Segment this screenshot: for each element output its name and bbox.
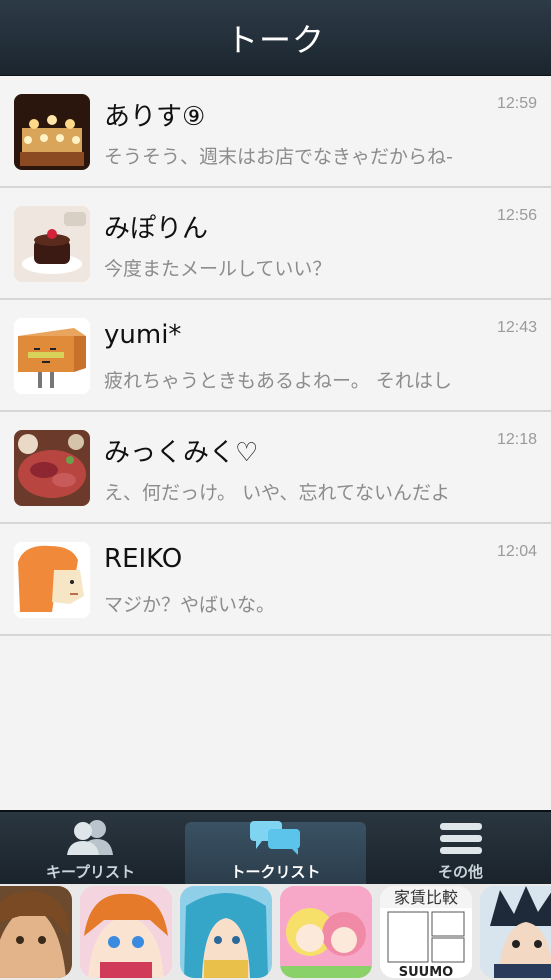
avatar <box>14 542 90 618</box>
contact-name: yumi* <box>104 320 182 350</box>
message-preview: 疲れちゃうときもあるよねー。 それはし <box>104 370 452 392</box>
avatar <box>14 318 90 394</box>
message-preview: 今度またメールしていい？ <box>104 258 332 280</box>
talk-row[interactable]: みっくみく♡ え、何だっけ。 いや、忘れてないんだよ 12:18 <box>0 412 551 524</box>
ad-app-icon[interactable] <box>480 886 551 978</box>
bottom-nav: キープリスト トークリスト その他 <box>0 810 551 884</box>
tab-keep-list[interactable]: キープリスト <box>0 812 181 884</box>
menu-icon <box>438 821 484 859</box>
page-title: トーク <box>225 20 325 59</box>
avatar <box>14 430 90 506</box>
ad-app-icon[interactable] <box>0 886 72 978</box>
message-preview: マジか？やばいな。 <box>104 594 276 616</box>
message-time: 12:59 <box>496 95 537 112</box>
nav-label: その他 <box>437 863 483 881</box>
chat-bubbles-icon <box>248 819 304 859</box>
top-bar: トーク <box>0 0 551 76</box>
tab-more[interactable]: その他 <box>370 812 551 884</box>
tab-talk-list[interactable]: トークリスト <box>185 819 366 884</box>
nav-label: キープリスト <box>45 863 136 881</box>
ad-text: SUUMO <box>399 965 453 978</box>
nav-label: トークリスト <box>230 863 321 881</box>
message-preview: そうそう、週末はお店でなきゃだからね- <box>104 146 453 168</box>
message-time: 12:43 <box>496 319 537 336</box>
ad-text: 家賃比較 <box>394 888 458 907</box>
talk-row[interactable]: REIKO マジか？やばいな。 12:04 <box>0 524 551 636</box>
message-preview: え、何だっけ。 いや、忘れてないんだよ <box>104 482 450 504</box>
ad-app-icon[interactable]: 家賃比較 SUUMO <box>380 886 472 978</box>
avatar <box>14 94 90 170</box>
friends-icon <box>65 819 117 859</box>
talk-screen: トーク ありす⑨ そうそう、週末はお店でなきゃだからね- 12:59 みぽりん … <box>0 0 551 980</box>
message-time: 12:18 <box>496 431 537 448</box>
ad-banner-strip: 家賃比較 SUUMO <box>0 884 551 980</box>
ad-app-icon[interactable] <box>280 886 372 978</box>
message-time: 12:04 <box>496 543 537 560</box>
talk-row[interactable]: みぽりん 今度またメールしていい？ 12:56 <box>0 188 551 300</box>
talk-row[interactable]: yumi* 疲れちゃうときもあるよねー。 それはし 12:43 <box>0 300 551 412</box>
contact-name: みっくみく♡ <box>104 438 259 468</box>
talk-row[interactable]: ありす⑨ そうそう、週末はお店でなきゃだからね- 12:59 <box>0 76 551 188</box>
avatar <box>14 206 90 282</box>
contact-name: みぽりん <box>104 214 209 244</box>
message-time: 12:56 <box>496 207 537 224</box>
contact-name: REIKO <box>104 544 183 574</box>
contact-name: ありす⑨ <box>104 102 206 132</box>
ad-app-icon[interactable] <box>180 886 272 978</box>
ad-app-icon[interactable] <box>80 886 172 978</box>
talk-list: ありす⑨ そうそう、週末はお店でなきゃだからね- 12:59 みぽりん 今度また… <box>0 76 551 636</box>
